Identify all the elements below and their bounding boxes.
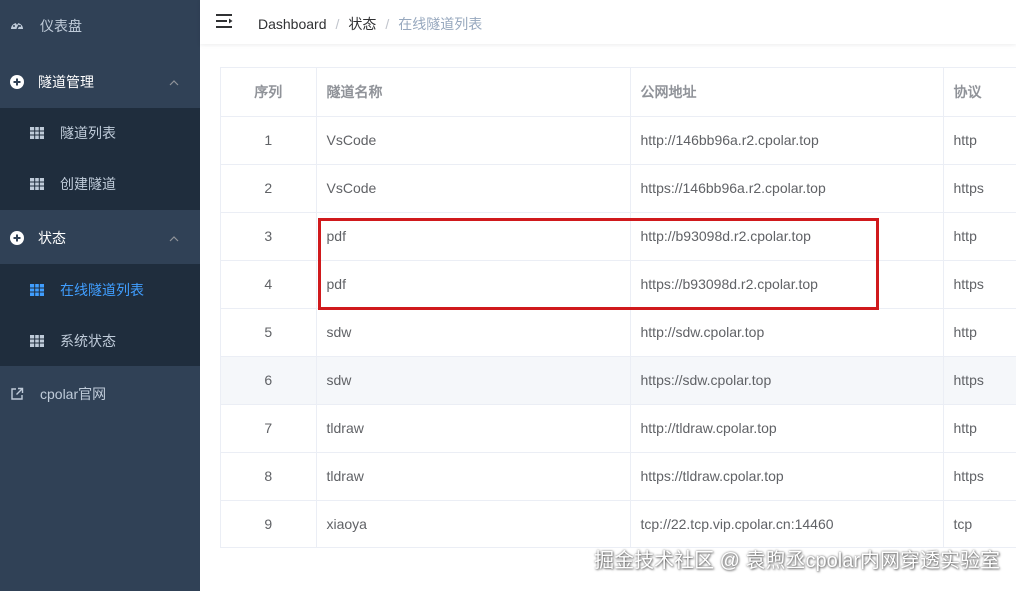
cell-public-url: http://b93098d.r2.cpolar.top xyxy=(630,212,944,261)
cell-name: sdw xyxy=(316,356,631,405)
breadcrumb-separator: / xyxy=(335,16,340,32)
menu-item-cpolar-website[interactable]: cpolar官网 xyxy=(0,368,200,420)
sidebar-item-create-tunnel[interactable]: 创建隧道 xyxy=(0,158,200,210)
dashboard-gauge-icon xyxy=(10,19,24,33)
table-grid-icon xyxy=(30,283,44,297)
table-row: 2 VsCode https://146bb96a.r2.cpolar.top … xyxy=(221,164,1016,213)
table-row-hovered: 6 sdw https://sdw.cpolar.top https xyxy=(221,356,1016,405)
submenu-title-tunnel-management: 隧道管理 xyxy=(38,74,94,90)
circle-plus-icon xyxy=(10,231,24,245)
table-row: 1 VsCode http://146bb96a.r2.cpolar.top h… xyxy=(221,116,1016,165)
cell-protocol: https xyxy=(943,356,1016,405)
table-row: 7 tldraw http://tldraw.cpolar.top http xyxy=(221,404,1016,453)
external-link-icon xyxy=(10,387,24,401)
sidebar-item-label: 创建隧道 xyxy=(60,176,116,192)
cell-name: pdf xyxy=(316,260,631,309)
cell-index: 8 xyxy=(221,452,317,501)
watermark-text: 掘金技术社区 @ 袁煦丞cpolar内网穿透实验室 xyxy=(594,550,1000,572)
cell-public-url: tcp://22.tcp.vip.cpolar.cn:14460 xyxy=(630,500,944,547)
breadcrumb-separator: / xyxy=(385,16,390,32)
sidebar-item-label: 系统状态 xyxy=(60,333,116,349)
table-header-row: 序列 隧道名称 公网地址 协议 xyxy=(221,68,1016,117)
table-grid-icon xyxy=(30,126,44,140)
cell-name: tldraw xyxy=(316,452,631,501)
cell-public-url: https://tldraw.cpolar.top xyxy=(630,452,944,501)
chevron-up-icon xyxy=(168,232,180,244)
chevron-up-icon xyxy=(168,76,180,88)
column-header-name: 隧道名称 xyxy=(316,68,631,117)
cell-public-url: http://sdw.cpolar.top xyxy=(630,308,944,357)
breadcrumb: Dashboard / 状态 / 在线隧道列表 xyxy=(258,14,482,34)
cell-protocol: http xyxy=(943,116,1016,165)
sidebar-item-online-tunnels[interactable]: 在线隧道列表 xyxy=(0,264,200,316)
cell-name: xiaoya xyxy=(316,500,631,547)
sidebar: 仪表盘 隧道管理 隧道列表 创建隧道 状态 在线隧道列表 系统状态 cpolar… xyxy=(0,0,200,591)
cell-name: tldraw xyxy=(316,404,631,453)
cell-protocol: tcp xyxy=(943,500,1016,547)
circle-plus-icon xyxy=(10,75,24,89)
cell-protocol: https xyxy=(943,452,1016,501)
table-row: 4 pdf https://b93098d.r2.cpolar.top http… xyxy=(221,260,1016,309)
cell-index: 2 xyxy=(221,164,317,213)
menu-item-dashboard[interactable]: 仪表盘 xyxy=(0,0,200,52)
submenu-status[interactable]: 状态 xyxy=(0,212,200,264)
cell-public-url: http://tldraw.cpolar.top xyxy=(630,404,944,453)
table-grid-icon xyxy=(30,334,44,348)
cell-name: VsCode xyxy=(316,164,631,213)
cell-protocol: http xyxy=(943,212,1016,261)
breadcrumb-status[interactable]: 状态 xyxy=(348,14,376,34)
table-row: 9 xiaoya tcp://22.tcp.vip.cpolar.cn:1446… xyxy=(221,500,1016,547)
table-row: 8 tldraw https://tldraw.cpolar.top https xyxy=(221,452,1016,501)
breadcrumb-dashboard[interactable]: Dashboard xyxy=(258,16,327,32)
cell-name: sdw xyxy=(316,308,631,357)
cell-index: 6 xyxy=(221,356,317,405)
cell-protocol: http xyxy=(943,404,1016,453)
table-grid-icon xyxy=(30,177,44,191)
cell-index: 5 xyxy=(221,308,317,357)
menu-label-cpolar-website: cpolar官网 xyxy=(40,386,107,402)
sidebar-item-label: 隧道列表 xyxy=(60,125,116,141)
cell-protocol: https xyxy=(943,260,1016,309)
cell-public-url: https://146bb96a.r2.cpolar.top xyxy=(630,164,944,213)
cell-name: VsCode xyxy=(316,116,631,165)
sidebar-item-tunnel-list[interactable]: 隧道列表 xyxy=(0,108,200,158)
column-header-protocol: 协议 xyxy=(943,68,1016,117)
top-navbar: Dashboard / 状态 / 在线隧道列表 xyxy=(200,0,1016,44)
table-row: 5 sdw http://sdw.cpolar.top http xyxy=(221,308,1016,357)
sidebar-item-system-status[interactable]: 系统状态 xyxy=(0,316,200,366)
cell-public-url: http://146bb96a.r2.cpolar.top xyxy=(630,116,944,165)
cell-index: 1 xyxy=(221,116,317,165)
cell-index: 7 xyxy=(221,404,317,453)
cell-name: pdf xyxy=(316,212,631,261)
cell-public-url: https://b93098d.r2.cpolar.top xyxy=(630,260,944,309)
submenu-title-status: 状态 xyxy=(38,230,66,246)
cell-index: 9 xyxy=(221,500,317,547)
submenu-tunnel-management[interactable]: 隧道管理 xyxy=(0,56,200,108)
table-row: 3 pdf http://b93098d.r2.cpolar.top http xyxy=(221,212,1016,261)
hamburger-menu-icon[interactable] xyxy=(216,13,234,29)
column-header-index: 序列 xyxy=(221,68,317,117)
cell-index: 4 xyxy=(221,260,317,309)
column-header-public-url: 公网地址 xyxy=(630,68,944,117)
cell-public-url: https://sdw.cpolar.top xyxy=(630,356,944,405)
menu-label-dashboard: 仪表盘 xyxy=(40,18,82,34)
cell-index: 3 xyxy=(221,212,317,261)
sidebar-item-label: 在线隧道列表 xyxy=(60,282,144,298)
breadcrumb-current: 在线隧道列表 xyxy=(398,16,483,32)
online-tunnel-table: 序列 隧道名称 公网地址 协议 1 VsCode http://146bb96a… xyxy=(220,67,1016,548)
cell-protocol: http xyxy=(943,308,1016,357)
cell-protocol: https xyxy=(943,164,1016,213)
